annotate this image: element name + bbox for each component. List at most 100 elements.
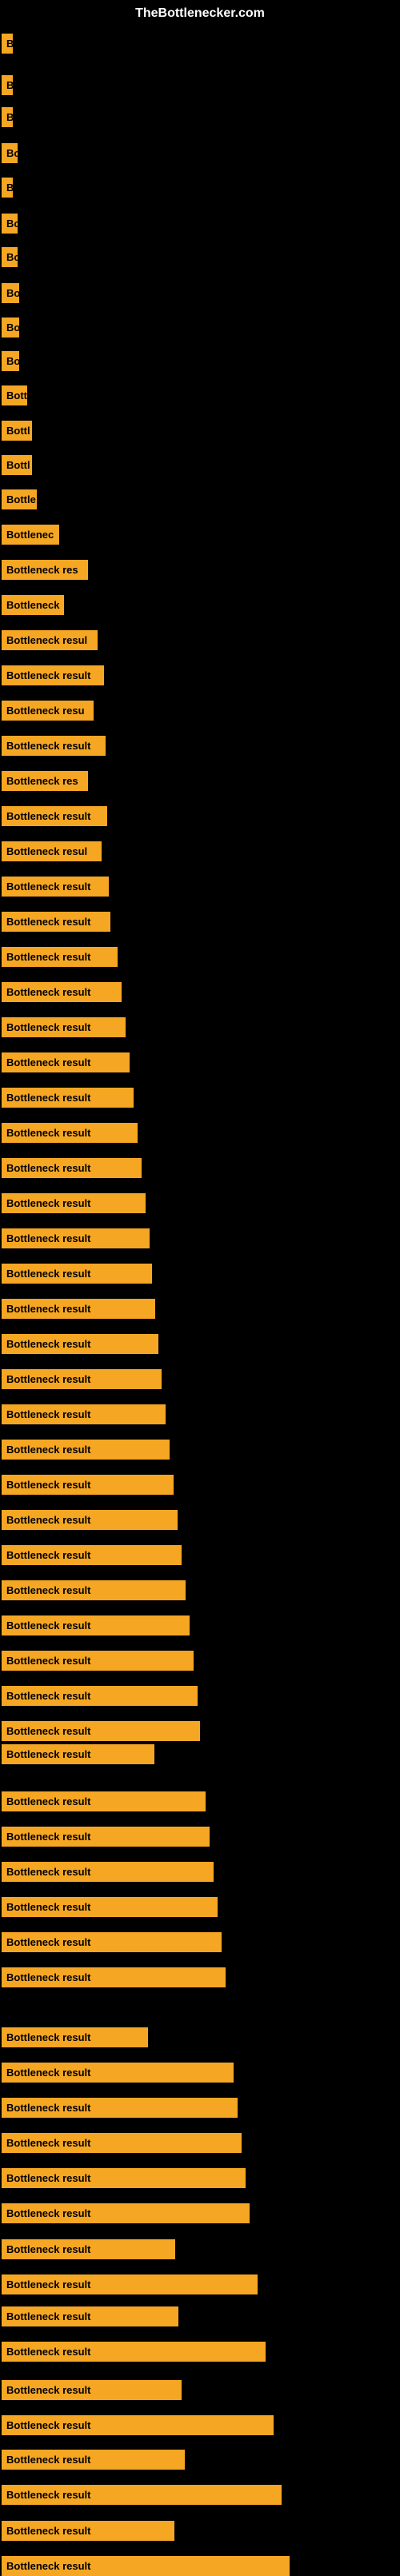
bottleneck-label: Bottleneck bbox=[2, 595, 64, 615]
bottleneck-label: Bottleneck resul bbox=[2, 841, 102, 861]
bottleneck-item: Bottleneck result bbox=[2, 2063, 234, 2083]
bottleneck-item: Bottleneck resu bbox=[2, 701, 94, 721]
bottleneck-item: Bottleneck result bbox=[2, 1228, 150, 1248]
bottleneck-label: Bottleneck result bbox=[2, 2485, 282, 2505]
bottleneck-item: Bottleneck result bbox=[2, 2342, 266, 2362]
bottleneck-item: Bottleneck result bbox=[2, 2450, 185, 2470]
bottleneck-item: Bottleneck result bbox=[2, 1369, 162, 1389]
bottleneck-label: Bottleneck result bbox=[2, 2239, 175, 2259]
bottleneck-label: Bottleneck result bbox=[2, 1791, 206, 1811]
bottleneck-label: Bottleneck res bbox=[2, 771, 88, 791]
bottleneck-item: Bottleneck result bbox=[2, 2306, 178, 2326]
bottleneck-item: Bottleneck result bbox=[2, 1580, 186, 1600]
bottleneck-item: Bottl bbox=[2, 455, 32, 475]
bottleneck-item: Bottleneck result bbox=[2, 2203, 250, 2223]
bottleneck-label: Bottleneck result bbox=[2, 1158, 142, 1178]
bottleneck-label: Bottleneck result bbox=[2, 912, 110, 932]
bottleneck-item: Bottleneck res bbox=[2, 560, 88, 580]
bottleneck-label: Bottleneck result bbox=[2, 1862, 214, 1882]
bottleneck-label: Bottlenec bbox=[2, 525, 59, 545]
bottleneck-item: Bottleneck result bbox=[2, 1545, 182, 1565]
bottleneck-item: Bottleneck bbox=[2, 595, 64, 615]
bottleneck-label: Bottleneck result bbox=[2, 1193, 146, 1213]
bottleneck-label: Bottleneck result bbox=[2, 2342, 266, 2362]
bottleneck-label: Bottleneck result bbox=[2, 1404, 166, 1424]
bottleneck-item: Bottleneck res bbox=[2, 771, 88, 791]
bottleneck-item: Bottleneck result bbox=[2, 982, 122, 1002]
bottleneck-item: Bottleneck result bbox=[2, 2168, 246, 2188]
bottleneck-label: Bottleneck res bbox=[2, 560, 88, 580]
bottleneck-item: Bottleneck result bbox=[2, 2485, 282, 2505]
bottleneck-item: Bottleneck result bbox=[2, 1721, 200, 1741]
bottleneck-item: Bo bbox=[2, 143, 18, 163]
bottleneck-item: Bo bbox=[2, 247, 18, 267]
bottleneck-label: B bbox=[2, 75, 13, 95]
bottleneck-label: Bottleneck result bbox=[2, 1228, 150, 1248]
bottleneck-item: Bottleneck result bbox=[2, 1827, 210, 1847]
bottleneck-label: Bo bbox=[2, 247, 18, 267]
bottleneck-item: Bottleneck result bbox=[2, 1052, 130, 1072]
bottleneck-label: Bo bbox=[2, 283, 19, 303]
bottleneck-item: Bottleneck result bbox=[2, 1791, 206, 1811]
bottleneck-label: Bottleneck result bbox=[2, 1580, 186, 1600]
bottleneck-label: Bottleneck result bbox=[2, 2415, 274, 2435]
bottleneck-item: Bottleneck result bbox=[2, 1334, 158, 1354]
bottleneck-item: Bottleneck result bbox=[2, 1897, 218, 1917]
bottleneck-label: Bottleneck result bbox=[2, 665, 104, 685]
bottleneck-label: Bottleneck result bbox=[2, 2450, 185, 2470]
bottleneck-item: Bott bbox=[2, 385, 27, 405]
bottleneck-label: Bottleneck resu bbox=[2, 701, 94, 721]
bottleneck-label: Bottleneck result bbox=[2, 1264, 152, 1284]
bottleneck-item: Bottleneck result bbox=[2, 2239, 175, 2259]
bottleneck-label: B bbox=[2, 107, 13, 127]
bottleneck-label: Bottleneck result bbox=[2, 982, 122, 1002]
bottleneck-label: Bottleneck result bbox=[2, 1088, 134, 1108]
bottleneck-item: Bottleneck result bbox=[2, 1017, 126, 1037]
bottleneck-item: Bottleneck result bbox=[2, 2380, 182, 2400]
bottleneck-label: Bottleneck resul bbox=[2, 630, 98, 650]
bottleneck-item: Bottleneck resul bbox=[2, 630, 98, 650]
bottleneck-label: Bottle bbox=[2, 489, 37, 509]
bottleneck-item: Bottleneck result bbox=[2, 1651, 194, 1671]
bottleneck-item: B bbox=[2, 178, 13, 198]
bottleneck-label: Bottl bbox=[2, 421, 32, 441]
bottleneck-item: Bottleneck result bbox=[2, 1510, 178, 1530]
bottleneck-label: Bottleneck result bbox=[2, 2063, 234, 2083]
bottleneck-item: Bottleneck result bbox=[2, 2415, 274, 2435]
bottleneck-label: Bottleneck result bbox=[2, 1510, 178, 1530]
bottleneck-label: Bottleneck result bbox=[2, 1686, 198, 1706]
bottleneck-item: Bottleneck result bbox=[2, 2098, 238, 2118]
bottleneck-item: Bo bbox=[2, 214, 18, 234]
bottleneck-item: Bottleneck result bbox=[2, 736, 106, 756]
bottleneck-item: Bo bbox=[2, 283, 19, 303]
bottleneck-item: Bottleneck resul bbox=[2, 841, 102, 861]
bottleneck-item: Bo bbox=[2, 318, 19, 337]
bottleneck-item: Bottlenec bbox=[2, 525, 59, 545]
bottleneck-label: Bottleneck result bbox=[2, 1123, 138, 1143]
bottleneck-item: Bottle bbox=[2, 489, 37, 509]
bottleneck-label: Bottleneck result bbox=[2, 736, 106, 756]
bottleneck-item: Bottleneck result bbox=[2, 1862, 214, 1882]
bottleneck-item: Bottleneck result bbox=[2, 2133, 242, 2153]
bottleneck-label: Bottl bbox=[2, 455, 32, 475]
bottleneck-label: B bbox=[2, 178, 13, 198]
bottleneck-label: B bbox=[2, 34, 13, 54]
bottleneck-label: Bottleneck result bbox=[2, 806, 107, 826]
bottleneck-label: Bottleneck result bbox=[2, 1967, 226, 1987]
bottleneck-label: Bottleneck result bbox=[2, 2168, 246, 2188]
items-container: BBBBoBBoBoBoBoBoBottBottlBottlBottleBott… bbox=[0, 27, 400, 2554]
bottleneck-label: Bottleneck result bbox=[2, 2203, 250, 2223]
bottleneck-label: Bottleneck result bbox=[2, 1744, 154, 1764]
bottleneck-item: Bottleneck result bbox=[2, 1264, 152, 1284]
bottleneck-item: Bottleneck result bbox=[2, 1193, 146, 1213]
bottleneck-label: Bottleneck result bbox=[2, 1017, 126, 1037]
bottleneck-item: Bottleneck result bbox=[2, 1615, 190, 1635]
bottleneck-item: Bo bbox=[2, 351, 19, 371]
bottleneck-item: B bbox=[2, 75, 13, 95]
bottleneck-label: Bottleneck result bbox=[2, 2098, 238, 2118]
bottleneck-label: Bottleneck result bbox=[2, 877, 109, 897]
bottleneck-item: Bottleneck result bbox=[2, 1299, 155, 1319]
bottleneck-label: Bottleneck result bbox=[2, 1475, 174, 1495]
bottleneck-label: Bo bbox=[2, 351, 19, 371]
bottleneck-item: Bottleneck result bbox=[2, 1158, 142, 1178]
